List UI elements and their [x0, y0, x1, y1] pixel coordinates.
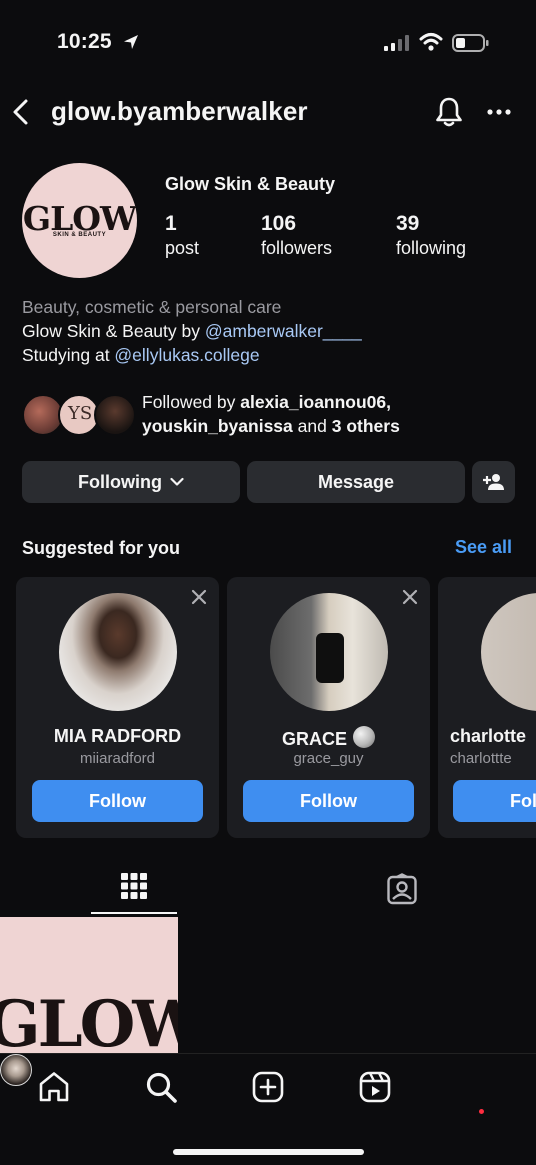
posts-count[interactable]: 1 post	[165, 212, 199, 259]
suggested-user-handle: miiaradford	[79, 750, 156, 767]
see-all-link[interactable]: See all	[455, 537, 512, 558]
suggested-section-title: Suggested for you	[22, 538, 181, 558]
bio-category: Beauty, cosmetic & personal care	[22, 297, 282, 317]
suggested-card[interactable]: GRACE grace_guy Follow	[227, 577, 430, 838]
profile-avatar[interactable]: GLOW SKIN & BEAUTY	[22, 163, 137, 278]
search-icon[interactable]	[144, 1070, 178, 1104]
grid-post-thumbnail[interactable]: GLOW	[0, 917, 178, 1057]
more-options-icon[interactable]	[485, 100, 513, 124]
tagged-tab-icon[interactable]	[386, 873, 418, 905]
followers-count-label: followers	[261, 238, 333, 258]
notification-bell-icon[interactable]	[434, 96, 464, 128]
profile-display-name: Glow Skin & Beauty	[165, 174, 336, 194]
status-time: 10:25	[57, 30, 112, 53]
follow-button[interactable]: Follow	[32, 780, 203, 822]
message-button-label: Message	[317, 471, 395, 492]
add-person-icon	[482, 474, 504, 490]
profile-bio: Beauty, cosmetic & personal care Glow Sk…	[22, 295, 362, 367]
suggested-user-name: MIA RADFORD	[53, 726, 182, 746]
posts-grid-tab-icon[interactable]	[120, 872, 148, 900]
suggested-user-handle: charlottte	[450, 750, 512, 767]
home-indicator	[173, 1149, 364, 1155]
active-tab-indicator	[91, 912, 177, 914]
followed-by-text: Followed by alexia_ioannou06, youskin_by…	[142, 390, 400, 438]
bio-mention-college[interactable]: @ellylukas.college	[114, 345, 259, 365]
followed-by-separator: ,	[386, 392, 392, 412]
suggested-user-photo	[59, 593, 177, 711]
grid-post-logo-text: GLOW	[0, 987, 178, 1057]
home-icon[interactable]	[37, 1070, 71, 1104]
close-icon[interactable]	[191, 589, 207, 605]
profile-tab-avatar[interactable]	[0, 1054, 32, 1086]
location-arrow-icon	[124, 35, 138, 49]
follow-button[interactable]: Follow	[243, 780, 414, 822]
bio-line-2: Studying at @ellylukas.college	[22, 343, 362, 367]
bottom-tab-bar	[0, 1053, 536, 1165]
chevron-down-icon	[170, 477, 184, 486]
suggested-card[interactable]: MIA RADFORD miiaradford Follow	[16, 577, 219, 838]
bio-line-1-text: Glow Skin & Beauty by	[22, 321, 205, 341]
follow-button[interactable]: Follow	[453, 780, 536, 822]
profile-header: glow.byamberwalker	[0, 88, 536, 136]
followed-by-prefix: Followed by	[142, 392, 241, 412]
profile-screen: 10:25 glow.byamberwalker GLOW SKIN & BEA…	[0, 0, 536, 1165]
reels-icon[interactable]	[358, 1070, 392, 1104]
following-button[interactable]: Following	[22, 461, 240, 503]
suggested-user-name: GRACE	[281, 729, 347, 749]
following-button-label: Following	[78, 471, 162, 492]
suggested-user-name-row: GRACE	[227, 726, 430, 750]
bio-line-2-text: Studying at	[22, 345, 115, 365]
suggested-user-name: charlotte	[450, 726, 527, 746]
cellular-signal-icon	[384, 35, 409, 51]
suggested-card[interactable]: charlotte charlottte Follow	[438, 577, 536, 838]
suggested-user-handle: grace_guy	[293, 750, 364, 767]
followed-by-others: 3 others	[331, 416, 400, 436]
posts-count-label: post	[165, 238, 200, 258]
avatar-logo-subtext: SKIN & BEAUTY	[52, 232, 107, 238]
disco-ball-emoji-icon	[353, 726, 375, 748]
following-count[interactable]: 39 following	[396, 212, 466, 259]
followers-count[interactable]: 106 followers	[261, 212, 332, 259]
followed-by-and: and	[292, 416, 332, 436]
followed-by-row[interactable]: YS Followed by alexia_ioannou06, youskin…	[22, 390, 522, 440]
mutual-follower-avatar-3	[94, 394, 136, 436]
followed-by-user-1: alexia_ioannou06	[240, 392, 387, 412]
wifi-icon	[419, 33, 443, 51]
message-button[interactable]: Message	[247, 461, 465, 503]
close-icon[interactable]	[402, 589, 418, 605]
bio-line-1: Glow Skin & Beauty by @amberwalker____	[22, 319, 362, 343]
back-chevron-icon[interactable]	[10, 98, 34, 126]
avatar-2-monogram: YS	[68, 403, 93, 424]
notification-dot	[479, 1109, 484, 1114]
following-count-label: following	[396, 238, 467, 258]
create-post-icon[interactable]	[251, 1070, 285, 1104]
suggested-user-photo	[270, 593, 388, 711]
bio-mention-amberwalker[interactable]: @amberwalker____	[205, 321, 362, 341]
following-count-value: 39	[396, 212, 420, 235]
status-bar: 10:25	[0, 0, 536, 88]
posts-count-value: 1	[165, 212, 177, 235]
battery-icon	[452, 34, 489, 52]
followed-by-user-2: youskin_byanissa	[142, 416, 293, 436]
profile-username: glow.byamberwalker	[51, 96, 308, 126]
followers-count-value: 106	[261, 212, 297, 235]
suggested-user-photo	[481, 593, 536, 711]
suggest-people-button[interactable]	[472, 461, 515, 503]
